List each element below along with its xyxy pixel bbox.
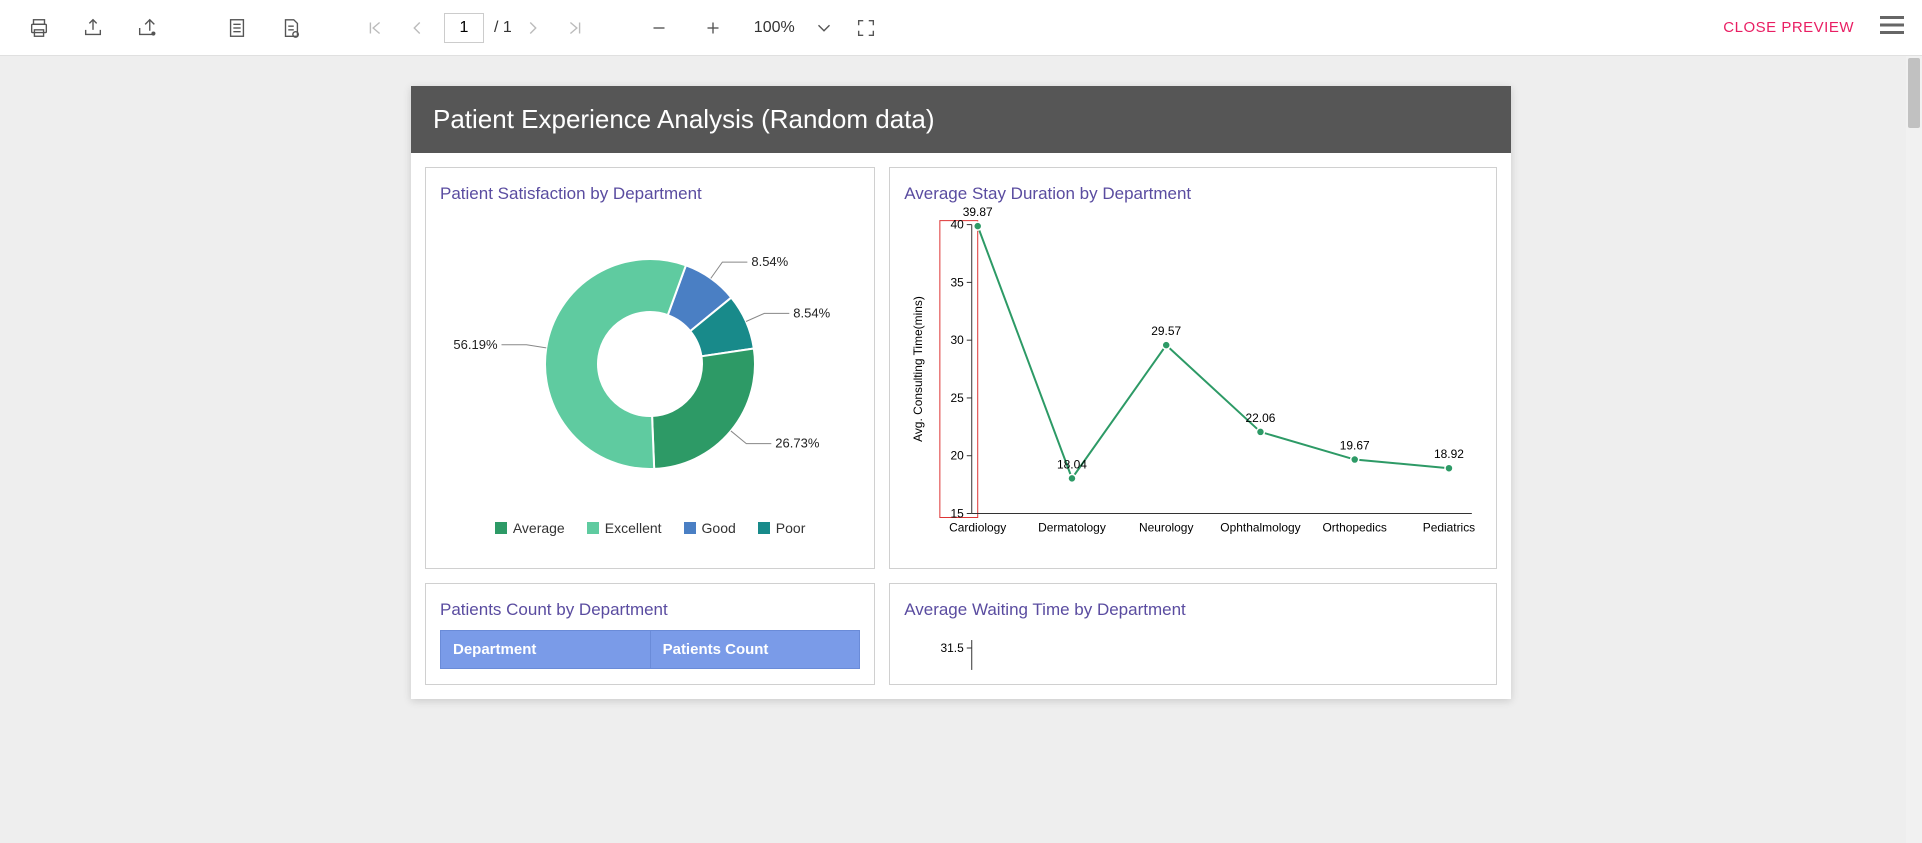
zoom-in-button[interactable] (686, 0, 740, 56)
card-patients-count: Patients Count by Department Department … (425, 583, 875, 685)
print-button[interactable] (12, 0, 66, 56)
svg-text:Pediatrics: Pediatrics (1423, 520, 1475, 534)
svg-text:Ophthalmology: Ophthalmology (1221, 520, 1301, 534)
document-icon (226, 17, 248, 39)
swatch-icon (495, 522, 507, 534)
next-page-button[interactable] (512, 0, 554, 56)
share-button[interactable] (120, 0, 174, 56)
card-satisfaction: Patient Satisfaction by Department 8.54%… (425, 167, 875, 569)
svg-text:30: 30 (951, 333, 965, 347)
card-title: Average Waiting Time by Department (904, 600, 1482, 620)
swatch-icon (758, 522, 770, 534)
svg-text:Avg. Consulting Time(mins): Avg. Consulting Time(mins) (911, 296, 925, 442)
card-stay-duration: Average Stay Duration by Department 15 20… (889, 167, 1497, 569)
legend-item: Good (684, 520, 736, 536)
first-page-icon (364, 17, 386, 39)
legend-label: Average (513, 520, 565, 536)
card-waiting-time: Average Waiting Time by Department 31.5 (889, 583, 1497, 685)
donut-chart: 8.54% 8.54% 26.73% 56.19% (440, 214, 860, 514)
table-header: Patients Count (650, 631, 860, 669)
export-button[interactable] (66, 0, 120, 56)
last-page-button[interactable] (554, 0, 596, 56)
plus-icon (702, 17, 724, 39)
patients-table: Department Patients Count (440, 630, 860, 669)
prev-page-button[interactable] (396, 0, 438, 56)
svg-text:22.06: 22.06 (1246, 411, 1276, 425)
svg-text:18.92: 18.92 (1434, 447, 1464, 461)
legend-item: Excellent (587, 520, 662, 536)
scrollbar-thumb[interactable] (1908, 58, 1920, 128)
svg-text:15: 15 (951, 506, 965, 520)
zoom-out-button[interactable] (632, 0, 686, 56)
share-icon (136, 17, 158, 39)
svg-text:20: 20 (951, 449, 965, 463)
svg-text:29.57: 29.57 (1151, 324, 1181, 338)
svg-text:40: 40 (951, 218, 965, 232)
svg-text:19.67: 19.67 (1340, 439, 1370, 453)
last-page-icon (564, 17, 586, 39)
hamburger-icon (1874, 7, 1910, 43)
minus-icon (648, 17, 670, 39)
fullscreen-button[interactable] (839, 0, 893, 56)
page-total: / 1 (494, 19, 512, 37)
viewport: Patient Experience Analysis (Random data… (0, 56, 1922, 843)
chevron-right-icon (522, 17, 544, 39)
expand-icon (855, 17, 877, 39)
scrollbar[interactable] (1906, 56, 1922, 843)
svg-text:18.04: 18.04 (1057, 457, 1087, 471)
new-document-button[interactable] (264, 0, 318, 56)
swatch-icon (587, 522, 599, 534)
close-preview-button[interactable]: CLOSE PREVIEW (1703, 19, 1874, 36)
svg-text:35: 35 (951, 275, 965, 289)
legend-item: Poor (758, 520, 806, 536)
legend-label: Poor (776, 520, 806, 536)
svg-text:8.54%: 8.54% (793, 305, 830, 320)
print-icon (28, 17, 50, 39)
svg-text:39.87: 39.87 (963, 205, 993, 219)
report-title: Patient Experience Analysis (Random data… (411, 86, 1511, 153)
zoom-dropdown[interactable] (809, 0, 839, 56)
page-input[interactable] (444, 13, 484, 43)
chevron-left-icon (406, 17, 428, 39)
chevron-down-icon (813, 17, 835, 39)
svg-text:8.54%: 8.54% (751, 254, 788, 269)
report-page: Patient Experience Analysis (Random data… (411, 86, 1511, 699)
svg-text:26.73%: 26.73% (775, 436, 820, 451)
card-title: Average Stay Duration by Department (904, 184, 1482, 204)
line-chart: 152025303540Avg. Consulting Time(mins)39… (904, 214, 1482, 554)
legend-label: Excellent (605, 520, 662, 536)
legend-label: Good (702, 520, 736, 536)
svg-text:31.5: 31.5 (941, 641, 965, 655)
legend: Average Excellent Good Poor (440, 520, 860, 536)
menu-button[interactable] (1874, 7, 1910, 48)
card-title: Patients Count by Department (440, 600, 860, 620)
swatch-icon (684, 522, 696, 534)
svg-text:Neurology: Neurology (1139, 520, 1193, 534)
document-button[interactable] (210, 0, 264, 56)
svg-text:Dermatology: Dermatology (1038, 520, 1106, 534)
card-title: Patient Satisfaction by Department (440, 184, 860, 204)
first-page-button[interactable] (354, 0, 396, 56)
svg-text:Cardiology: Cardiology (949, 520, 1006, 534)
table-header: Department (441, 631, 651, 669)
zoom-label: 100% (754, 19, 795, 37)
line-chart-partial: 31.5 (904, 630, 1482, 670)
document-plus-icon (280, 17, 302, 39)
svg-text:Orthopedics: Orthopedics (1323, 520, 1387, 534)
toolbar: / 1 100% CLOSE PREVIEW (0, 0, 1922, 56)
export-icon (82, 17, 104, 39)
svg-text:56.19%: 56.19% (453, 337, 498, 352)
svg-text:25: 25 (951, 391, 965, 405)
legend-item: Average (495, 520, 565, 536)
